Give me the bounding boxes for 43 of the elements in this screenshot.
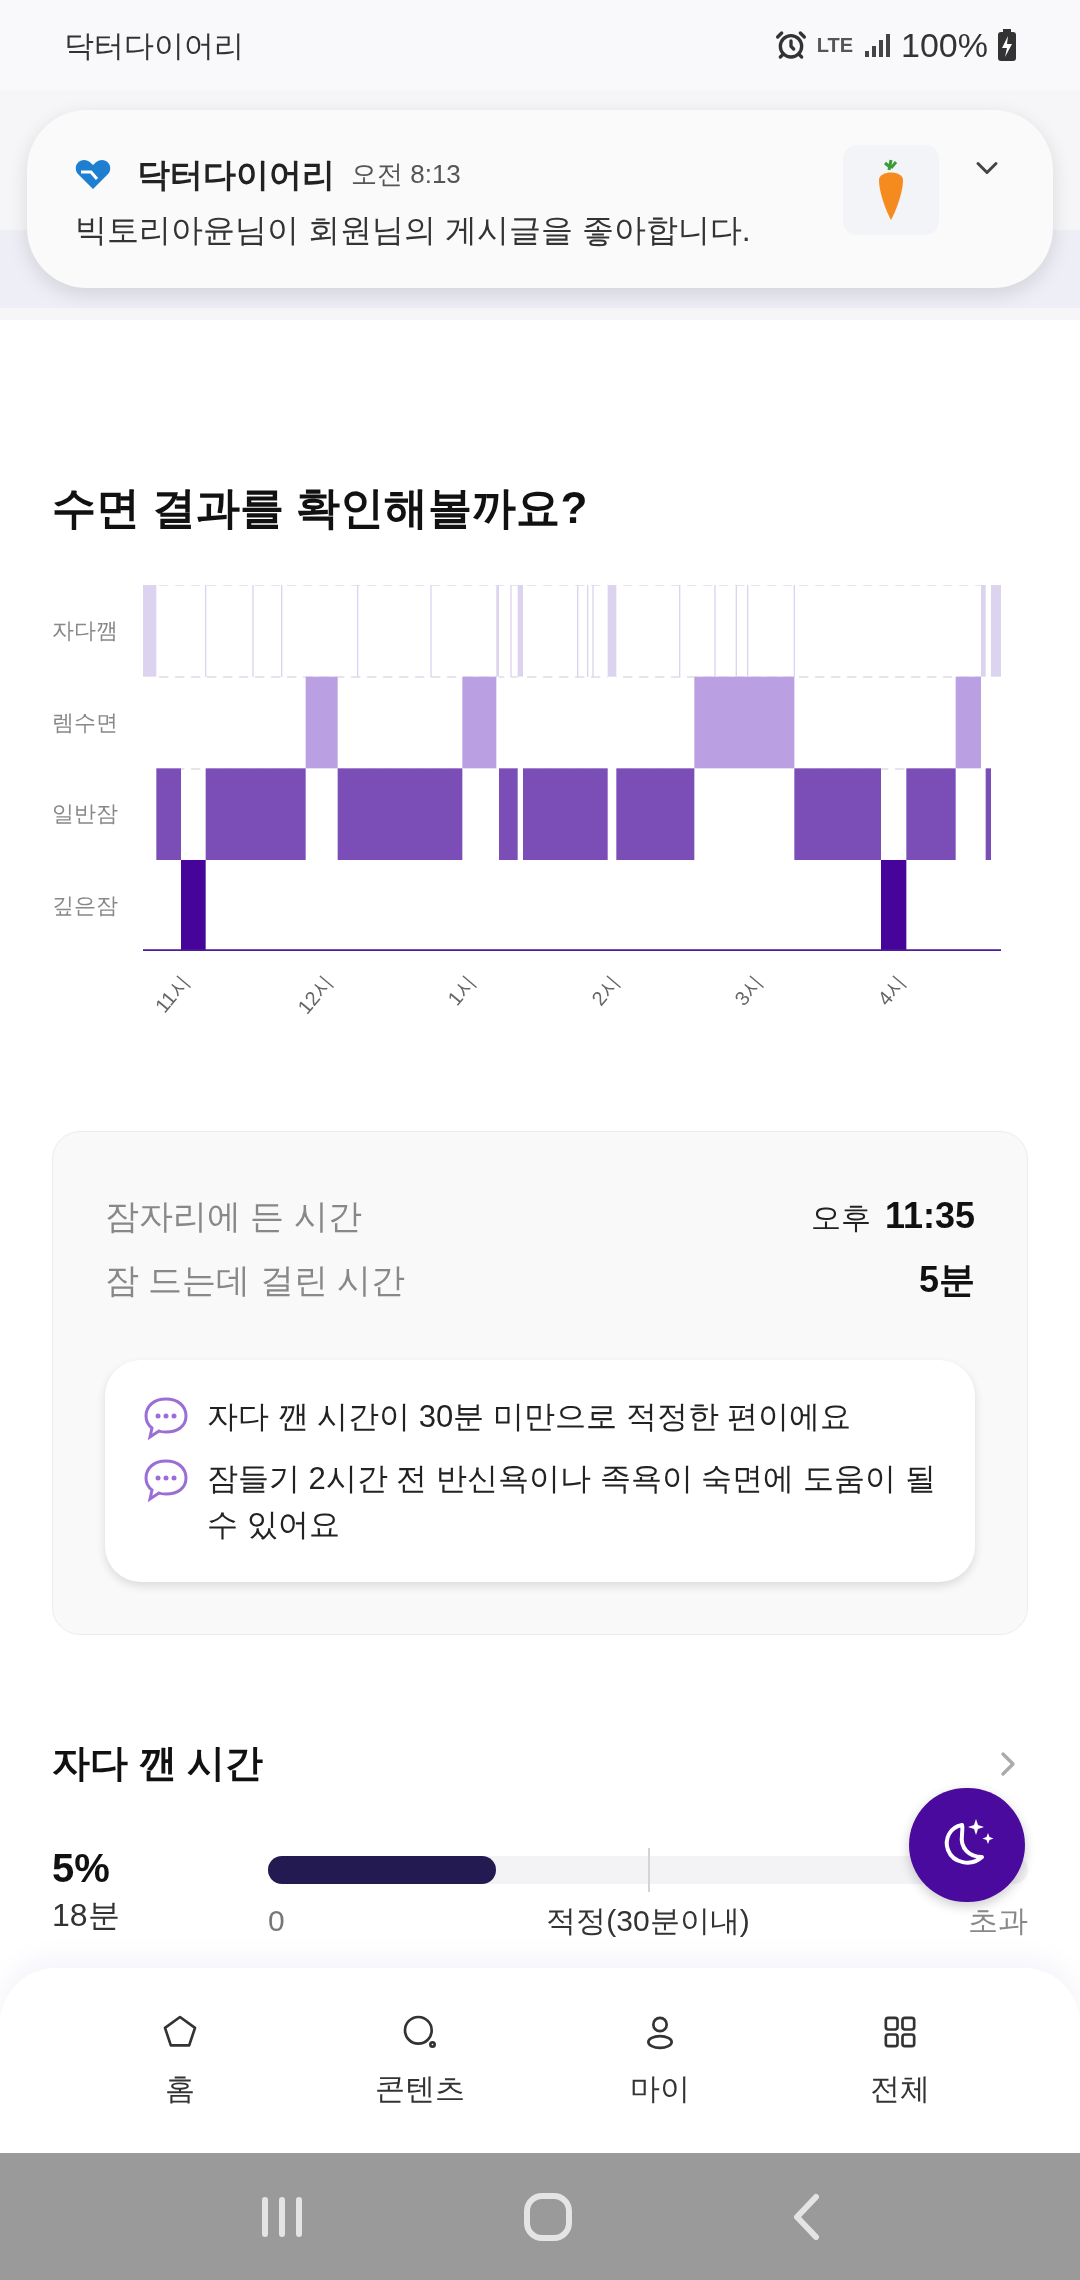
scale-label: 0 [268,1903,286,1939]
status-app-name: 닥터다이어리 [64,27,244,64]
summary-label: 잠 드는데 걸린 시간 [105,1259,406,1301]
nav-tab[interactable]: 홈 [110,2011,250,2111]
awake-title: 자다 깬 시간 [52,1741,264,1786]
summary-value-prefix: 오후 [810,1200,871,1236]
heart-icon [75,158,111,191]
awake-percent: 5% [52,1845,111,1892]
summary-label: 잠자리에 든 시간 [105,1195,362,1237]
battery-percent: 100% [901,24,988,66]
chat-bubble-icon [143,1396,189,1440]
section-title: 수면 결과를 확인해볼까요? [52,482,589,534]
summary-value: 11:35 [884,1194,975,1238]
stage-label: 렘수면 [52,708,118,737]
tip-text: 자다 깬 시간이 30분 미만으로 적정한 편이에요 [207,1398,852,1436]
alarm-icon [774,29,807,61]
network-type: LTE [816,35,854,55]
notification-app-name: 닥터다이어리 [137,155,335,195]
time-label: 3시 [729,970,769,1012]
nav-tab[interactable]: 마이 [590,2011,730,2111]
stage-label: 일반잠 [52,800,118,829]
time-label: 1시 [442,970,482,1012]
notification-message: 빅토리아윤님이 회원님의 게시글을 좋아합니다. [75,210,752,250]
summary-value: 5분 [918,1258,975,1302]
signal-icon [863,31,892,59]
sleep-fab[interactable] [909,1788,1025,1902]
carrot-icon [876,158,906,222]
awake-duration: 18분 [52,1896,121,1935]
time-label: 2시 [585,970,625,1012]
stage-label: 자다깸 [52,617,118,646]
notification-card[interactable]: 닥터다이어리 오전 8:13 빅토리아윤님이 회원님의 게시글을 좋아합니다. [27,110,1053,288]
battery-charging-icon [998,29,1016,61]
home-button-icon[interactable] [524,2192,572,2241]
midpoint-tick [648,1848,650,1892]
stage-label: 깊은잠 [52,891,118,920]
scale-label: 초과 [967,1903,1028,1939]
nav-tab[interactable]: 콘텐츠 [350,2011,490,2111]
scale-label: 적정(30분이내) [546,1903,750,1939]
chat-bubble-icon [143,1458,189,1502]
time-label: 4시 [872,970,912,1012]
nav-tab[interactable]: 전체 [830,2011,970,2111]
notification-time: 오전 8:13 [351,158,461,192]
tip-text: 잠들기 2시간 전 반신욕이나 족욕이 숙면에 도움이 될 수 있어요 [207,1460,937,1544]
